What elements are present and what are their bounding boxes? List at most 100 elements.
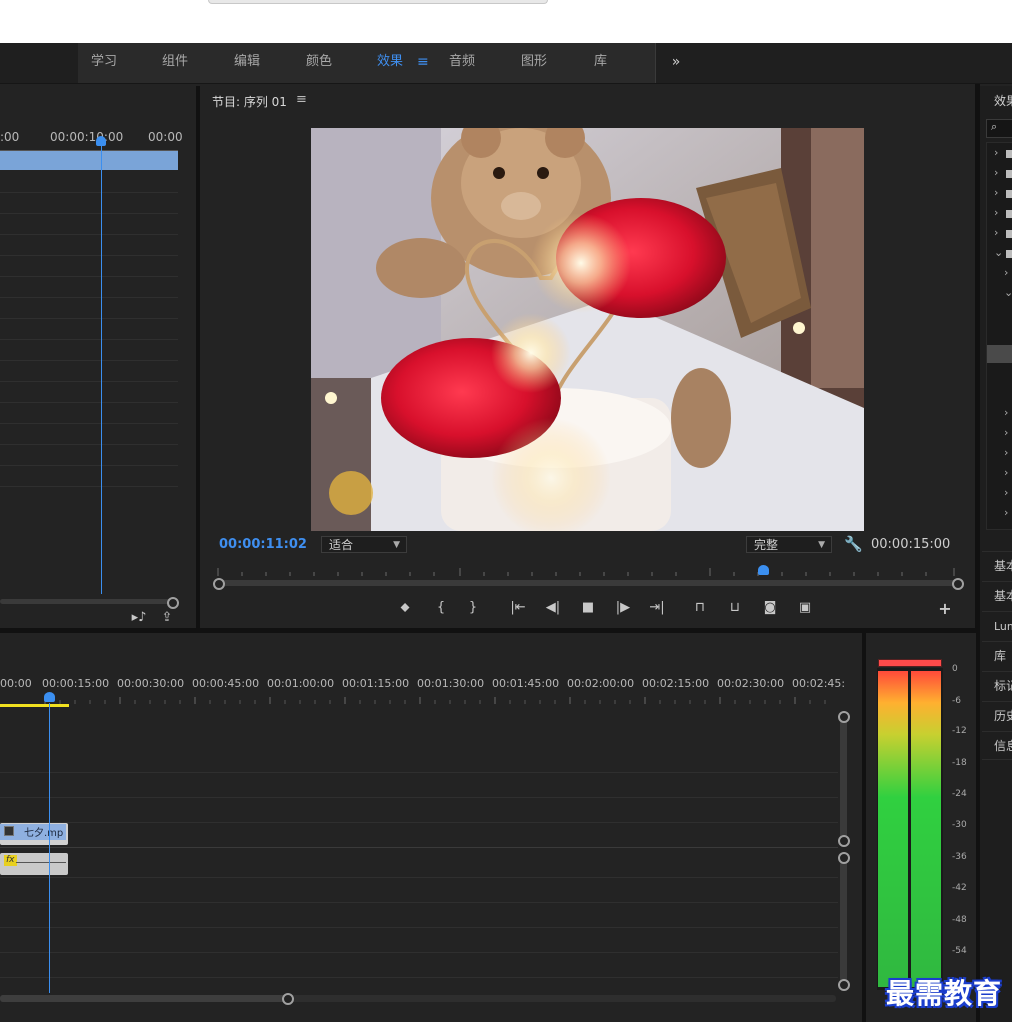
- go-to-in-icon[interactable]: |⇤: [507, 598, 529, 618]
- tab-color[interactable]: 颜色: [306, 43, 332, 83]
- source-playhead[interactable]: [101, 144, 102, 594]
- effects-subfolder[interactable]: ›: [986, 264, 1012, 284]
- meter-right-channel: [911, 671, 941, 987]
- audio-level-line: [16, 862, 66, 863]
- playback-resolution-select[interactable]: 完整 ▼: [746, 536, 832, 553]
- tab-audio[interactable]: 音频: [449, 43, 475, 83]
- scroll-handle-bottom[interactable]: [838, 835, 850, 847]
- zoom-right-handle[interactable]: [952, 578, 964, 590]
- meter-scale-label: -18: [952, 758, 967, 768]
- fx-badge: fx: [4, 855, 17, 866]
- source-work-area-bar[interactable]: [0, 151, 178, 170]
- effects-subfolder[interactable]: ›: [986, 424, 1012, 444]
- tab-effects[interactable]: 效果: [377, 43, 403, 83]
- effects-folder-expanded[interactable]: ⌄: [986, 244, 1012, 264]
- timeline-playhead[interactable]: [49, 703, 50, 993]
- more-workspaces-icon[interactable]: »: [655, 43, 696, 83]
- scroll-handle-bottom[interactable]: [838, 979, 850, 991]
- effects-subfolder[interactable]: ›: [986, 464, 1012, 484]
- mark-in-icon[interactable]: {: [430, 598, 452, 618]
- tab-editing[interactable]: 编辑: [234, 43, 260, 83]
- fit-zoom-select[interactable]: 适合 ▼: [321, 536, 407, 553]
- scroll-handle-top[interactable]: [838, 852, 850, 864]
- side-panel-info[interactable]: 信息: [982, 731, 1012, 760]
- add-button-icon[interactable]: +: [934, 599, 956, 619]
- insert-icon[interactable]: ▸♪: [128, 608, 150, 628]
- video-tracks-scrollbar[interactable]: [840, 717, 847, 841]
- scroll-handle-top[interactable]: [838, 711, 850, 723]
- mark-out-icon[interactable]: }: [462, 598, 484, 618]
- effects-subfolder[interactable]: ›: [986, 484, 1012, 504]
- step-forward-icon[interactable]: |▶: [612, 598, 634, 618]
- program-zoom-scrollbar[interactable]: [218, 580, 958, 586]
- folder-icon: [1006, 250, 1012, 258]
- effects-selected-item[interactable]: [987, 345, 1012, 363]
- effects-subfolder[interactable]: ›: [986, 504, 1012, 524]
- program-time-ruler[interactable]: [214, 562, 959, 578]
- timeline-horizontal-scrollbar[interactable]: [0, 995, 288, 1002]
- effects-folder[interactable]: ›: [986, 204, 1012, 224]
- effects-subfolder[interactable]: ›: [986, 444, 1012, 464]
- side-panel-history[interactable]: 历史: [982, 701, 1012, 730]
- tab-learn[interactable]: 学习: [91, 43, 117, 83]
- side-panel-libraries[interactable]: 库: [982, 641, 1012, 670]
- timeline-ruler-label: 00:01:15:00: [342, 677, 410, 690]
- workspace-bar: 学习 组件 编辑 颜色 效果 ≡ 音频 图形 库 »: [0, 43, 1012, 84]
- wrench-settings-icon[interactable]: 🔧: [844, 535, 863, 553]
- program-video-frame[interactable]: [311, 128, 864, 531]
- effects-panel-title[interactable]: 效果: [994, 92, 1012, 109]
- meter-scale-label: -24: [952, 789, 967, 799]
- effects-folder[interactable]: ›: [986, 164, 1012, 184]
- panel-divider[interactable]: [196, 86, 200, 628]
- audio-tracks-scrollbar[interactable]: [840, 861, 847, 985]
- source-scrollbar[interactable]: [0, 599, 172, 604]
- effects-folder[interactable]: ›: [986, 144, 1012, 164]
- source-ruler[interactable]: [0, 144, 178, 151]
- peak-indicator[interactable]: [878, 659, 942, 667]
- meter-scale-label: 0: [952, 664, 958, 674]
- program-monitor-title[interactable]: 节目: 序列 01: [212, 93, 287, 110]
- tab-assembly[interactable]: 组件: [162, 43, 188, 83]
- compare-view-icon[interactable]: ▣: [794, 598, 816, 618]
- extract-icon[interactable]: ⊔: [724, 598, 746, 618]
- lift-icon[interactable]: ⊓: [689, 598, 711, 618]
- tab-effects-menu-icon[interactable]: ≡: [417, 43, 429, 83]
- folder-icon: [1006, 170, 1012, 178]
- timeline-ruler[interactable]: [0, 693, 838, 704]
- meter-scale-label: -12: [952, 726, 967, 736]
- program-current-time[interactable]: 00:00:11:02: [219, 537, 307, 552]
- fit-zoom-value: 适合: [329, 538, 354, 552]
- effects-search-input[interactable]: ⌕: [986, 119, 1012, 138]
- timeline-playhead-handle[interactable]: [44, 692, 55, 702]
- zoom-left-handle[interactable]: [213, 578, 225, 590]
- program-monitor-panel: 节目: 序列 01 ≡ 00:00:11:02 适合 ▼ 完整 ▼ 🔧 00:0…: [200, 86, 975, 628]
- side-panel-essential-sound[interactable]: 基本: [982, 581, 1012, 610]
- side-panel-essential-graphics[interactable]: 基本: [982, 551, 1012, 580]
- go-to-out-icon[interactable]: ⇥|: [646, 598, 668, 618]
- program-playhead-handle[interactable]: [758, 565, 769, 575]
- timeline-work-area-bar[interactable]: [0, 704, 69, 707]
- effects-folder[interactable]: ›: [986, 184, 1012, 204]
- effects-subfolder[interactable]: ›: [986, 404, 1012, 424]
- meter-scale-label: -48: [952, 915, 967, 925]
- program-menu-icon[interactable]: ≡: [296, 92, 307, 107]
- effects-subfolder-expanded[interactable]: ⌄: [986, 284, 1012, 304]
- stop-icon[interactable]: ■: [577, 598, 599, 618]
- effects-folder[interactable]: ›: [986, 224, 1012, 244]
- timeline-zoom-handle[interactable]: [282, 993, 294, 1005]
- tab-graphics[interactable]: 图形: [521, 43, 547, 83]
- export-icon[interactable]: ⇪: [156, 608, 178, 628]
- side-panel-markers[interactable]: 标记: [982, 671, 1012, 700]
- camera-icon[interactable]: ◙: [759, 598, 781, 618]
- folder-icon: [1006, 210, 1012, 218]
- program-duration: 00:00:15:00: [871, 537, 951, 552]
- timeline-ruler-label: 00:01:45:00: [492, 677, 560, 690]
- audio-clip[interactable]: fx: [0, 853, 68, 875]
- timeline-ruler-label: 00:02:15:00: [642, 677, 710, 690]
- timeline-ruler-label: 00:02:30:00: [717, 677, 785, 690]
- add-marker-icon[interactable]: ⬥: [394, 598, 416, 618]
- tab-libraries[interactable]: 库: [594, 43, 607, 83]
- step-back-icon[interactable]: ◀|: [542, 598, 564, 618]
- video-clip[interactable]: 七夕.mp: [0, 823, 68, 845]
- side-panel-lumetri[interactable]: Lum: [982, 611, 1012, 640]
